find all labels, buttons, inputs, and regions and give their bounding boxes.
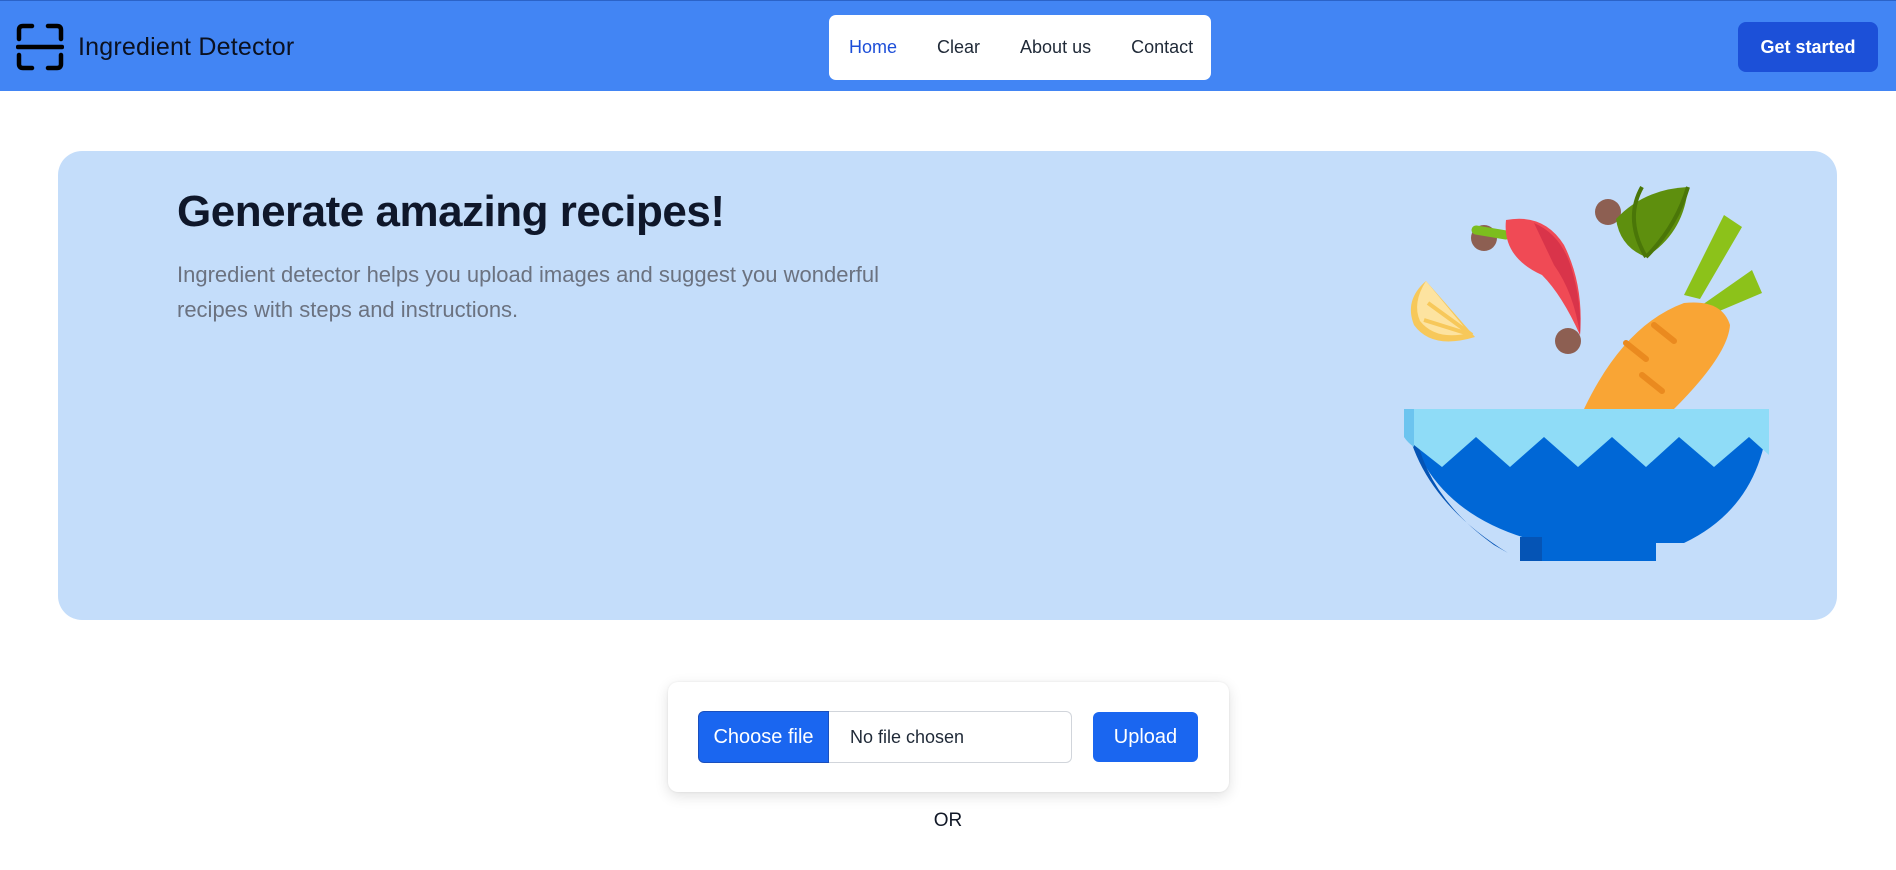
file-input[interactable]: Choose file No file chosen <box>698 711 1072 763</box>
hero-banner: Generate amazing recipes! Ingredient det… <box>58 151 1837 620</box>
scan-frame-icon <box>16 23 64 71</box>
salad-bowl-illustration <box>1404 186 1769 561</box>
file-status: No file chosen <box>829 711 1072 763</box>
brand-name: Ingredient Detector <box>78 32 295 61</box>
nav-link-contact[interactable]: Contact <box>1131 37 1193 58</box>
nav-link-home[interactable]: Home <box>849 37 897 58</box>
choose-file-button[interactable]: Choose file <box>698 711 829 763</box>
brand[interactable]: Ingredient Detector <box>16 23 294 71</box>
upload-button[interactable]: Upload <box>1093 712 1198 762</box>
or-divider-text: OR <box>933 810 963 831</box>
hero-title: Generate amazing recipes! <box>177 187 725 236</box>
hero-description: Ingredient detector helps you upload ima… <box>177 262 880 322</box>
main-nav: Home Clear About us Contact <box>829 15 1211 80</box>
get-started-button[interactable]: Get started <box>1738 22 1878 72</box>
nav-link-about-us[interactable]: About us <box>1020 37 1091 58</box>
upload-card: Choose file No file chosen Upload <box>668 682 1229 792</box>
nav-link-clear[interactable]: Clear <box>937 37 980 58</box>
top-navbar: Ingredient Detector Home Clear About us … <box>0 0 1896 91</box>
